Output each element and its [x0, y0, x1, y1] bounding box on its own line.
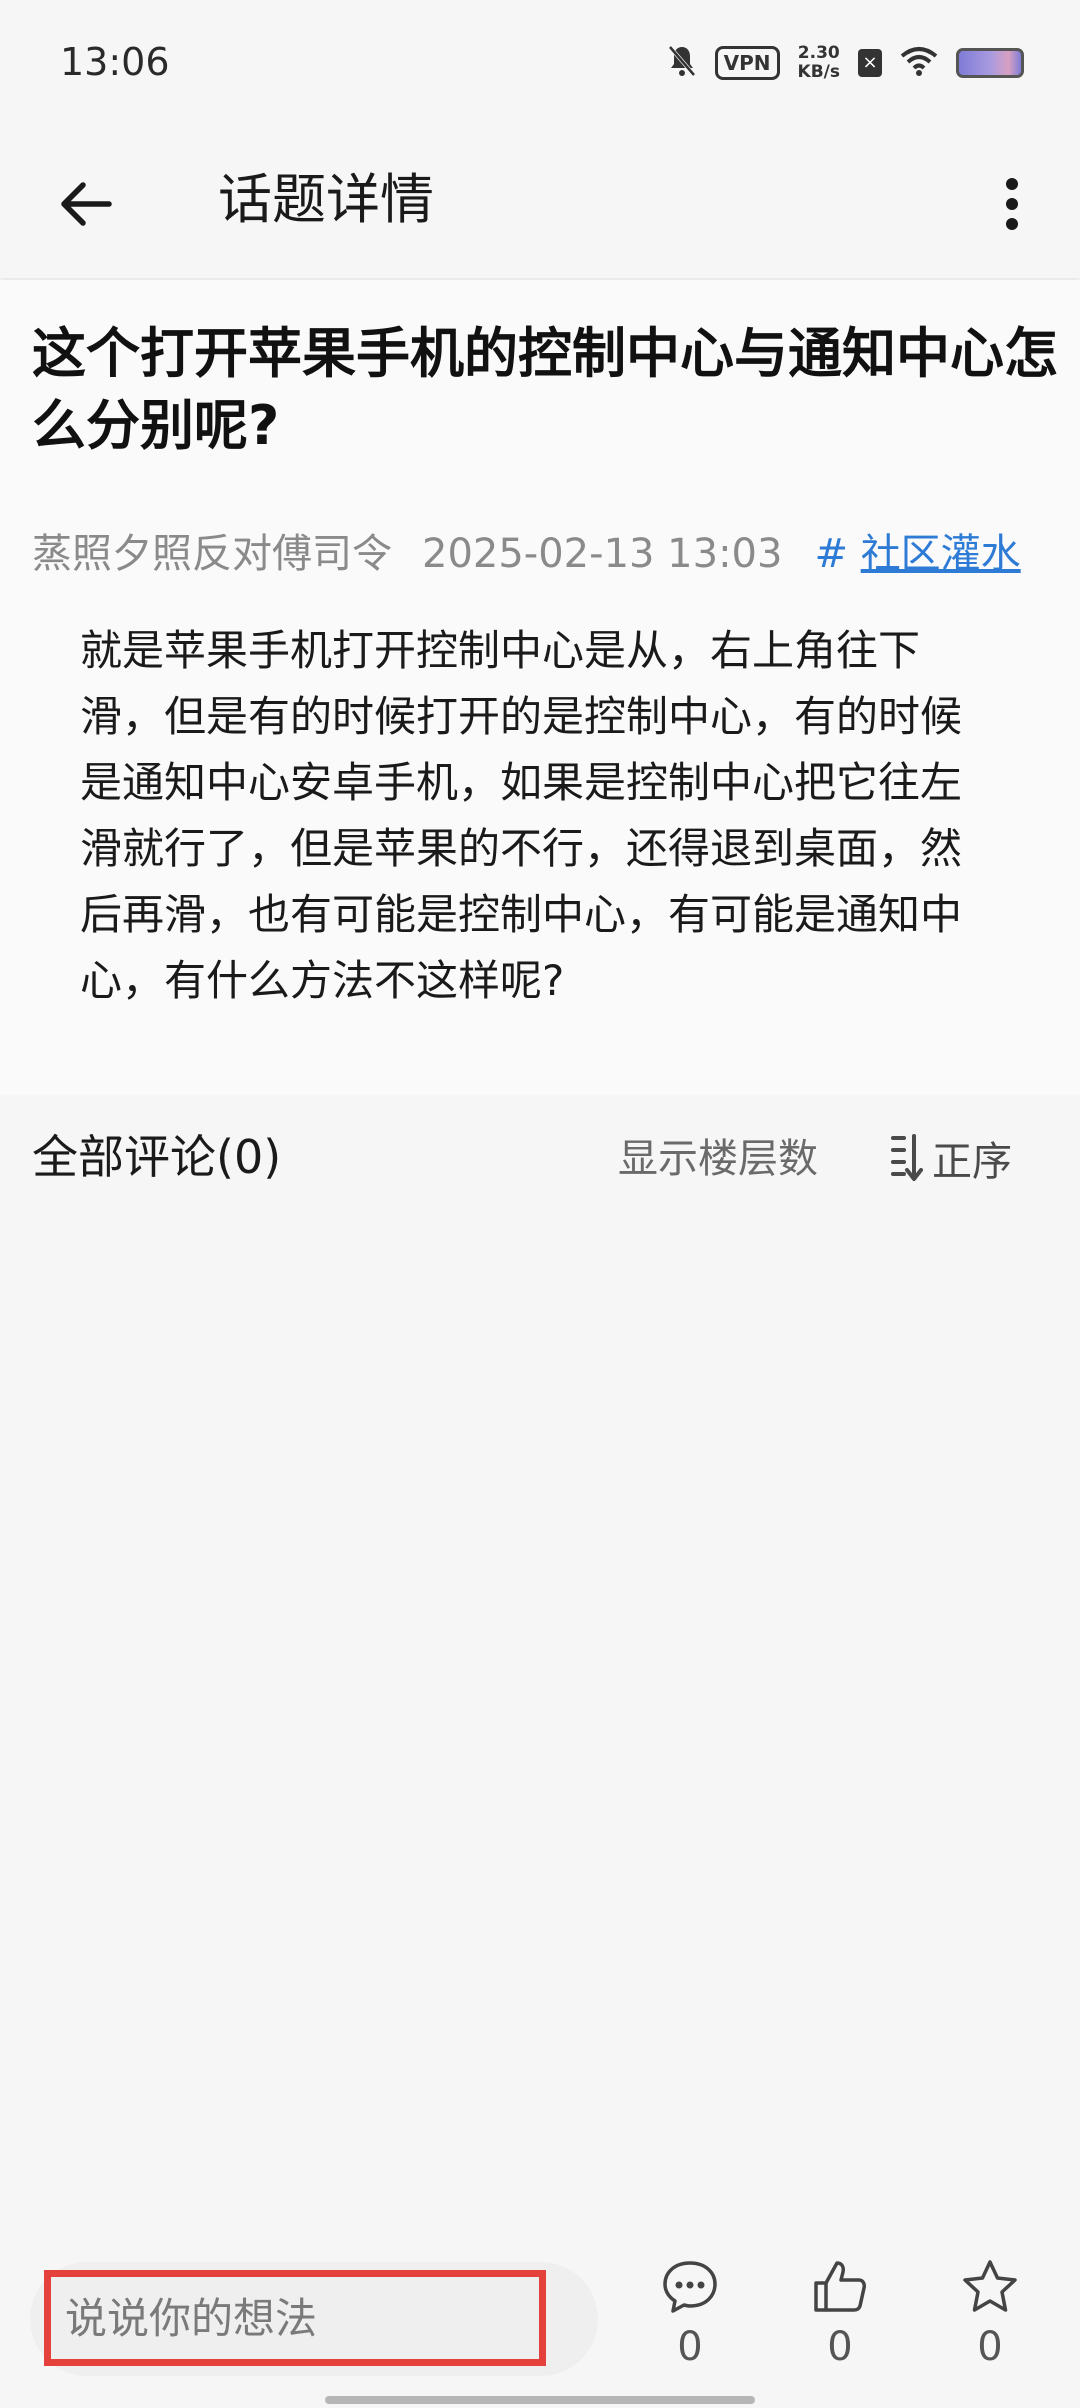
wifi-icon: [900, 46, 938, 80]
network-speed-value: 2.30: [797, 43, 840, 63]
comments-count-title: 全部评论(0): [32, 1130, 282, 1184]
more-vertical-icon: [1006, 178, 1018, 230]
comments-header: 全部评论(0) 显示楼层数 正序: [0, 1095, 1080, 1225]
comment-bubble-icon: [663, 2261, 717, 2313]
page-title: 话题详情: [218, 168, 434, 231]
post-body: 就是苹果手机打开控制中心是从，右上角往下滑，但是有的时候打开的是控制中心，有的时…: [80, 626, 963, 1005]
network-speed: 2.30 KB/s: [798, 44, 840, 82]
status-time: 13:06: [60, 40, 170, 84]
comment-button[interactable]: 0: [640, 2258, 740, 2388]
no-sim-icon: ×: [858, 49, 882, 77]
home-indicator[interactable]: [325, 2396, 755, 2404]
arrow-left-icon: [61, 182, 112, 226]
favorite-count: 0: [977, 2324, 1003, 2370]
status-bar: 13:06 VPN 2.30 KB/s ×: [0, 0, 1080, 130]
comment-input[interactable]: [44, 2270, 546, 2366]
like-count: 0: [827, 2324, 853, 2370]
thumbs-up-icon: [814, 2261, 866, 2312]
star-icon: [963, 2260, 1017, 2312]
hash-icon: #: [814, 531, 848, 577]
post-datetime: 2025-02-13 13:03: [422, 531, 783, 577]
favorite-button[interactable]: 0: [940, 2258, 1040, 2388]
network-speed-unit: KB/s: [797, 62, 840, 82]
post-title: 这个打开苹果手机的控制中心与通知中心怎么分别呢?: [32, 322, 1058, 457]
comment-count: 0: [677, 2324, 703, 2370]
bottom-action-bar: 0 0 0: [0, 2228, 1080, 2408]
back-button[interactable]: [48, 166, 124, 242]
sort-icon: [891, 1134, 923, 1181]
sort-label: 正序: [932, 1139, 1012, 1185]
bell-off-icon: [667, 44, 697, 82]
show-floor-numbers-toggle[interactable]: 显示楼层数: [618, 1131, 818, 1187]
comments-list: [0, 1225, 1080, 2228]
post-author[interactable]: 蒸照夕照反对傅司令: [32, 522, 392, 586]
status-icons: VPN 2.30 KB/s ×: [667, 38, 1024, 88]
battery-icon: [956, 48, 1024, 78]
like-button[interactable]: 0: [790, 2258, 890, 2388]
more-options-button[interactable]: [984, 166, 1040, 242]
post-meta: 蒸照夕照反对傅司令 2025-02-13 13:03 # 社区灌水: [32, 522, 1062, 586]
vpn-icon: VPN: [714, 46, 780, 80]
sort-order-button[interactable]: 正序: [890, 1125, 1012, 1191]
post-tag[interactable]: # 社区灌水: [814, 522, 1020, 586]
app-bar: 话题详情: [0, 130, 1080, 278]
post-card: 这个打开苹果手机的控制中心与通知中心怎么分别呢? 蒸照夕照反对傅司令 2025-…: [0, 280, 1080, 1095]
comment-input-container: [30, 2262, 598, 2376]
post-tag-label[interactable]: 社区灌水: [861, 531, 1021, 577]
